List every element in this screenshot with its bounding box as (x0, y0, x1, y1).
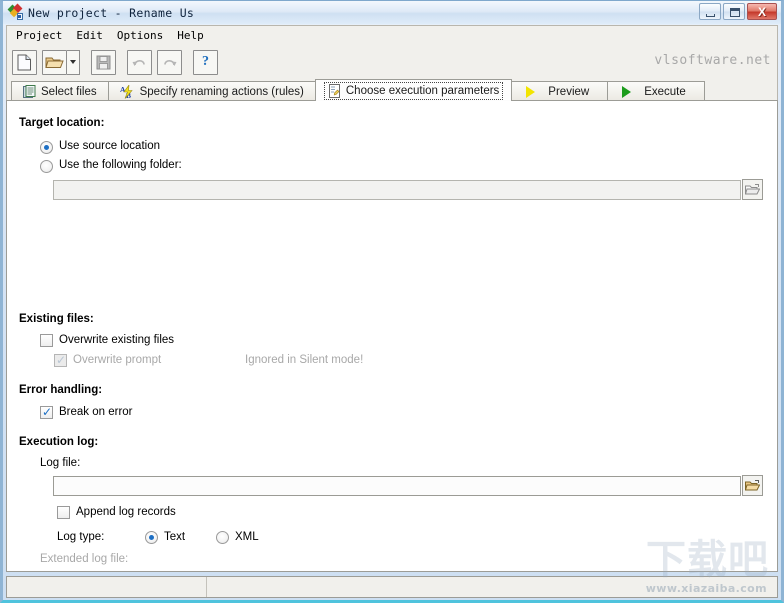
radio-log-type-xml-label: XML (235, 531, 259, 543)
existing-files-title: Existing files: (19, 313, 94, 325)
radio-use-following-folder[interactable] (40, 160, 53, 173)
log-type-label: Log type: (57, 531, 105, 543)
menu-help[interactable]: Help (170, 27, 211, 44)
undo-arrow-icon (132, 59, 145, 66)
close-button[interactable]: X (747, 3, 777, 20)
save-project-button[interactable] (91, 49, 116, 75)
maximize-icon (730, 8, 740, 17)
error-handling-title: Error handling: (19, 384, 103, 396)
close-icon: X (757, 4, 766, 19)
menu-options[interactable]: Options (110, 27, 170, 44)
files-list-icon (23, 84, 36, 98)
status-bar-left (7, 577, 207, 597)
checkbox-overwrite-existing-files-label: Overwrite existing files (59, 334, 175, 346)
open-project-button[interactable] (42, 49, 67, 75)
new-project-button[interactable] (12, 49, 37, 75)
rename-us-icon (7, 3, 24, 21)
status-bar-right (207, 577, 777, 597)
tab-preview[interactable]: Preview (511, 81, 609, 101)
parameters-icon (328, 83, 340, 98)
checkbox-break-on-error-label: Break on error (59, 406, 133, 418)
window-title: New project - Rename Us (28, 5, 195, 20)
silent-mode-note: Ignored in Silent mode! (245, 354, 364, 366)
chevron-down-icon (70, 60, 76, 64)
checkbox-overwrite-prompt-label: Overwrite prompt (73, 354, 162, 366)
execution-log-title: Execution log: (19, 436, 99, 448)
new-document-icon (17, 54, 31, 70)
yellow-triangle-icon (526, 85, 536, 98)
radio-use-source-location-label: Use source location (59, 140, 160, 152)
target-folder-browse-button[interactable] (742, 179, 763, 200)
radio-log-type-text-label: Text (164, 531, 186, 543)
execution-parameters-panel: Target location: Use source location Use… (6, 100, 778, 572)
undo-button[interactable] (127, 49, 152, 75)
tab-specify-rules[interactable]: A B Specify renaming actions (rules) (107, 81, 316, 101)
radio-log-type-text[interactable] (145, 531, 158, 544)
log-file-browse-button[interactable] (742, 475, 763, 496)
green-triangle-icon (622, 85, 632, 98)
help-button[interactable]: ? (193, 49, 218, 75)
check-mark-icon: ✓ (42, 405, 53, 419)
radio-use-source-location[interactable] (40, 141, 53, 154)
extended-log-file-label: Extended log file: (40, 553, 129, 565)
open-folder-icon (45, 57, 64, 68)
minimize-button[interactable] (699, 3, 721, 20)
tab-label: Select files (41, 85, 97, 98)
save-disk-icon (96, 55, 111, 69)
title-bar[interactable]: New project - Rename Us X (3, 1, 781, 24)
vendor-watermark: vlsoftware.net (654, 53, 771, 68)
maximize-button[interactable] (723, 3, 745, 20)
tab-label: Choose execution parameters (345, 84, 500, 97)
target-folder-field[interactable] (53, 180, 741, 200)
menu-bar: Project Edit Options Help (6, 25, 778, 45)
minimize-icon (706, 14, 715, 17)
radio-log-type-xml[interactable] (216, 531, 229, 544)
checkbox-break-on-error[interactable]: ✓ (40, 406, 53, 419)
tab-select-files[interactable]: Select files (11, 81, 109, 101)
redo-arrow-icon (164, 59, 177, 66)
ab-rules-icon: A B (120, 84, 133, 99)
tab-label: Preview (548, 85, 590, 98)
menu-edit[interactable]: Edit (69, 27, 110, 44)
log-file-field[interactable] (53, 476, 741, 496)
checkbox-append-log-records[interactable] (57, 506, 70, 519)
target-location-title: Target location: (19, 117, 105, 129)
tab-label: Execute (644, 85, 686, 98)
tab-label: Specify renaming actions (rules) (139, 85, 304, 98)
open-folder-icon (745, 479, 760, 490)
redo-button[interactable] (157, 49, 182, 75)
application-window: New project - Rename Us X Project Edit O… (0, 0, 784, 603)
status-bar (6, 576, 778, 598)
extended-log-browse-button[interactable] (742, 571, 763, 572)
checkbox-append-log-records-label: Append log records (76, 506, 176, 518)
menu-project[interactable]: Project (9, 27, 69, 44)
tab-choose-execution-parameters[interactable]: Choose execution parameters (314, 79, 513, 101)
question-mark-icon: ? (202, 54, 209, 69)
check-mark-icon: ✓ (56, 353, 67, 367)
tab-strip: Select files A B Specify renaming action… (6, 79, 778, 101)
checkbox-overwrite-existing-files[interactable] (40, 334, 53, 347)
open-project-dropdown[interactable] (67, 49, 80, 75)
checkbox-overwrite-prompt[interactable]: ✓ (54, 354, 67, 367)
log-file-label: Log file: (40, 457, 81, 469)
radio-use-following-folder-label: Use the following folder: (59, 159, 182, 171)
open-folder-icon (745, 183, 760, 194)
window-controls: X (699, 3, 777, 20)
tab-execute[interactable]: Execute (607, 81, 705, 101)
